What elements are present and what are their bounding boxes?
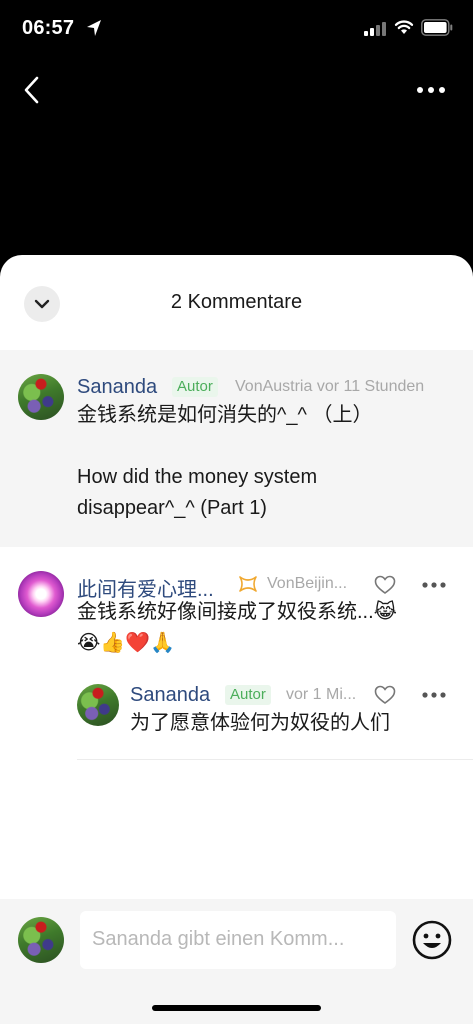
comment-meta: VonBeijin... (267, 575, 348, 592)
comment-item[interactable]: Sananda Autor VonAustria vor 11 Stunden … (0, 350, 473, 547)
comments-sheet: 2 Kommentare Sananda Autor VonAustria vo… (0, 255, 473, 1024)
comment-author-name[interactable]: Sananda (130, 684, 210, 707)
emoji-smile-icon[interactable] (411, 919, 453, 961)
comment-text[interactable]: 金钱系统好像间接成了奴役系统...😹 😭👍❤️🙏 (77, 597, 457, 659)
avatar (18, 917, 64, 963)
battery-icon (421, 19, 453, 36)
avatar[interactable] (18, 374, 64, 420)
more-dots-icon[interactable] (414, 80, 448, 100)
author-badge: Autor (225, 685, 271, 705)
sheet-header: 2 Kommentare (0, 255, 473, 350)
heart-icon[interactable] (374, 575, 396, 595)
more-dots-icon[interactable] (421, 691, 447, 699)
avatar[interactable] (18, 571, 64, 617)
divider (77, 759, 473, 760)
wifi-icon (394, 20, 414, 34)
author-badge: Autor (172, 377, 218, 397)
status-bar: 06:57 (0, 0, 473, 60)
signal-icon (364, 22, 386, 36)
back-chevron-icon[interactable] (20, 74, 44, 106)
location-arrow-icon (87, 20, 101, 36)
comment-meta: vor 1 Mi... (286, 686, 357, 703)
comment-author-name[interactable]: Sananda (77, 376, 157, 399)
home-indicator (152, 1005, 321, 1011)
comment-text[interactable]: 金钱系统是如何消失的^_^ （上） How did the money syst… (77, 400, 457, 524)
heart-icon[interactable] (374, 685, 396, 705)
status-time: 06:57 (22, 17, 75, 39)
comment-input[interactable]: Sananda gibt einen Komm... (80, 911, 396, 969)
more-dots-icon[interactable] (421, 581, 447, 589)
comment-text[interactable]: 为了愿意体验何为奴役的人们 (130, 708, 460, 739)
comment-input-bar: Sananda gibt einen Komm... (0, 899, 473, 1024)
sheet-title: 2 Kommentare (170, 291, 303, 313)
avatar[interactable] (77, 684, 119, 726)
comment-meta: VonAustria vor 11 Stunden (235, 378, 425, 395)
vip-ribbon-icon (239, 576, 257, 592)
